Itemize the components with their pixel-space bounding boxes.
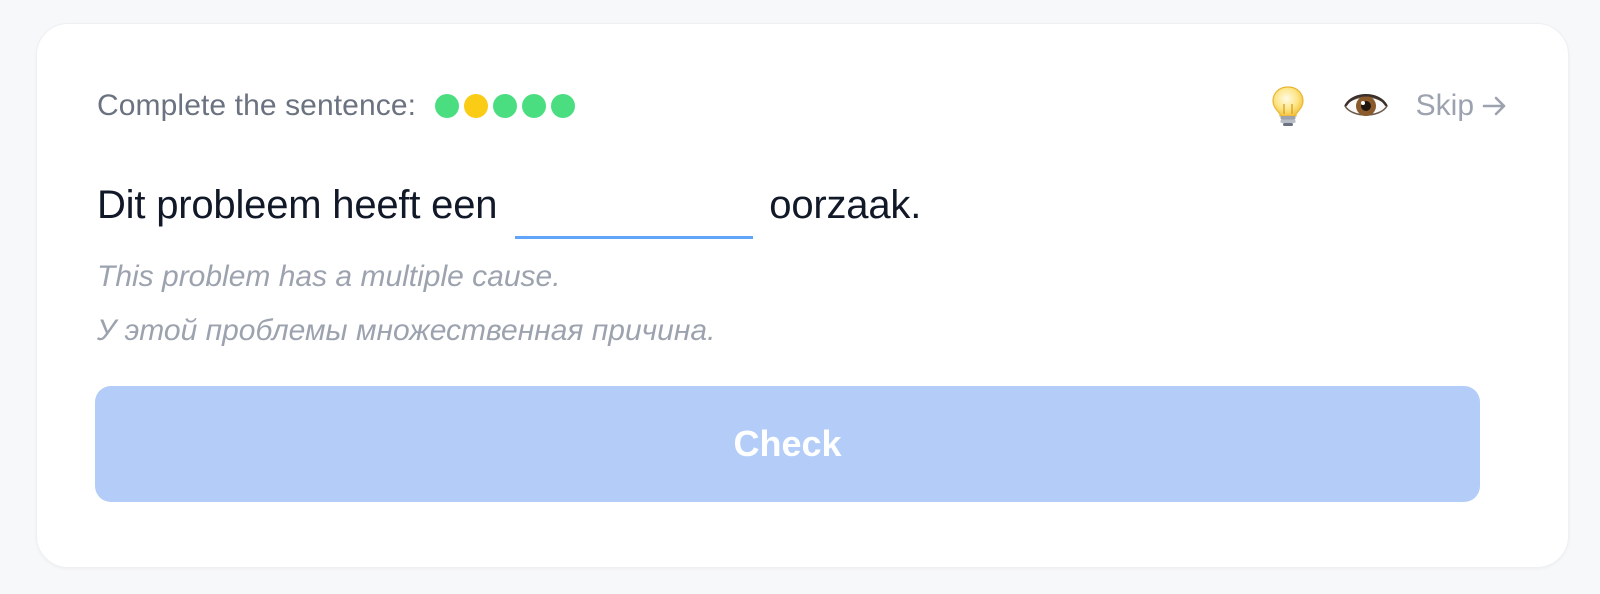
sentence: Dit probleem heeft een oorzaak. [97, 172, 922, 239]
exercise-header: Complete the sentence: Skip [97, 86, 1508, 126]
sentence-after: oorzaak. [769, 182, 922, 227]
prompt-group: Complete the sentence: [97, 89, 580, 123]
translation-russian: У этой проблемы множественная причина. [97, 314, 716, 347]
skip-label: Skip [1415, 89, 1474, 122]
skip-link[interactable]: Skip [1416, 89, 1508, 123]
lightbulb-icon[interactable] [1268, 84, 1308, 128]
progress-dot-correct [493, 94, 518, 118]
answer-blank-input[interactable] [515, 179, 754, 239]
eye-icon[interactable] [1342, 86, 1390, 126]
exercise-card: Complete the sentence: Skip Dit probleem… [36, 23, 1569, 568]
translation-english: This problem has a multiple cause. [97, 260, 561, 293]
progress-dot-correct [551, 94, 576, 118]
sentence-before: Dit probleem heeft een [97, 182, 498, 227]
prompt-label: Complete the sentence: [97, 89, 417, 122]
exercise-actions: Skip [1268, 84, 1508, 128]
eye-icon-svg [1343, 94, 1388, 116]
lightbulb-icon-svg [1272, 86, 1304, 126]
progress-dot-correct [435, 94, 460, 118]
progress-dots [435, 94, 580, 118]
progress-dot-partial [464, 94, 489, 118]
arrow-right-icon [1482, 95, 1508, 117]
check-button[interactable]: Check [95, 386, 1480, 502]
progress-dot-correct [522, 94, 547, 118]
